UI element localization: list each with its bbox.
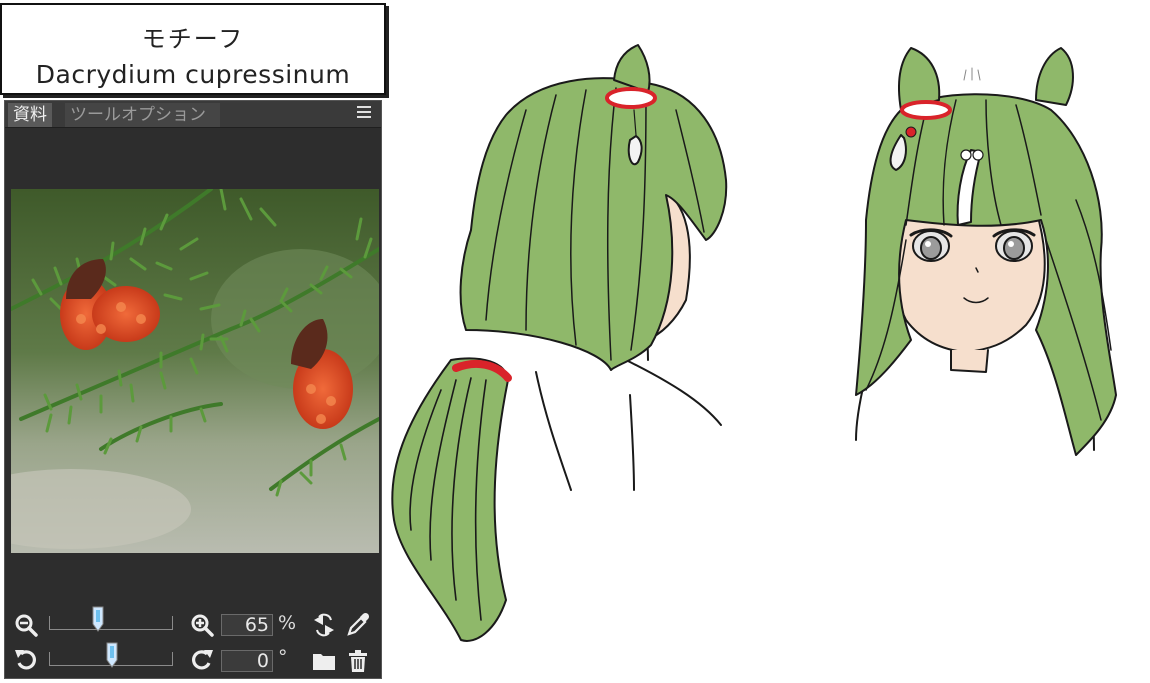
drawing-canvas[interactable] bbox=[386, 0, 1150, 679]
flip-icon[interactable] bbox=[311, 612, 337, 638]
rotate-right-icon[interactable] bbox=[189, 646, 215, 672]
zoom-value-field[interactable]: 65 bbox=[221, 614, 273, 636]
rotation-slider[interactable] bbox=[49, 642, 173, 668]
character-back-view-illustration bbox=[391, 44, 728, 642]
hamburger-menu-icon[interactable] bbox=[355, 104, 373, 124]
motif-heading: モチーフ bbox=[141, 25, 245, 53]
material-panel: 資料 ツールオプション 65 % 0 ° bbox=[4, 100, 382, 679]
navigator-controls: 65 % 0 ° bbox=[5, 606, 381, 678]
zoom-slider[interactable] bbox=[49, 606, 173, 632]
folder-icon[interactable] bbox=[311, 648, 337, 674]
tab-material[interactable]: 資料 bbox=[8, 103, 52, 127]
zoom-in-icon[interactable] bbox=[189, 612, 215, 638]
reference-photo[interactable] bbox=[11, 189, 379, 553]
species-name: Dacrydium cupressinum bbox=[35, 60, 351, 89]
zoom-unit: % bbox=[278, 612, 297, 634]
rotation-unit: ° bbox=[278, 646, 288, 668]
rotation-value-field[interactable]: 0 bbox=[221, 650, 273, 672]
character-front-view-illustration bbox=[855, 47, 1117, 456]
rotation-slider-thumb[interactable] bbox=[106, 642, 118, 672]
trash-icon[interactable] bbox=[345, 648, 371, 674]
zoom-out-icon[interactable] bbox=[13, 612, 39, 638]
eyedropper-icon[interactable] bbox=[345, 612, 371, 638]
rotate-left-icon[interactable] bbox=[13, 646, 39, 672]
panel-tab-bar: 資料 ツールオプション bbox=[5, 101, 381, 128]
zoom-slider-thumb[interactable] bbox=[92, 606, 104, 636]
tab-tool-options[interactable]: ツールオプション bbox=[65, 103, 220, 127]
motif-title-card: モチーフ Dacrydium cupressinum bbox=[0, 3, 386, 95]
